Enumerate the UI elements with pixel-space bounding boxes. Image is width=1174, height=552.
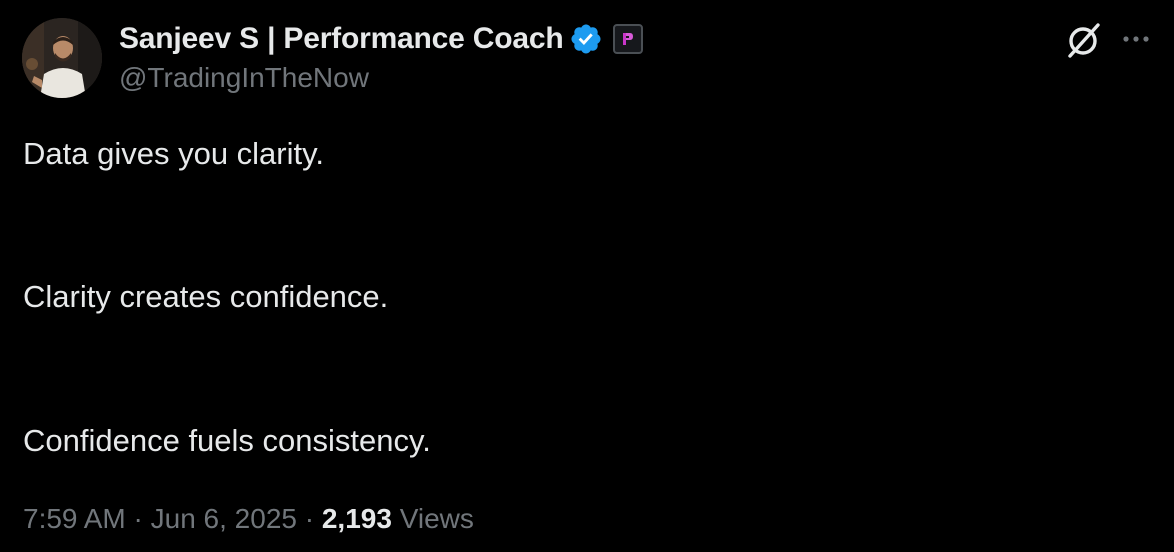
author-name-row: Sanjeev S | Performance Coach: [119, 20, 644, 58]
views-count: 2,193: [321, 503, 392, 534]
views-label: Views: [391, 503, 474, 534]
tweet-meta: 7:59 AM · Jun 6, 2025 · 2,193 Views: [23, 503, 474, 535]
tweet-text-line: Data gives you clarity.: [23, 136, 324, 171]
tweet-text-line: Confidence fuels consistency.: [23, 423, 431, 458]
meta-separator: ·: [296, 503, 322, 534]
more-icon[interactable]: [1118, 24, 1154, 54]
tweet: Sanjeev S | Performance Coach @TradingIn…: [0, 0, 1174, 552]
affiliate-logo-icon: [623, 33, 634, 45]
grok-icon[interactable]: [1064, 20, 1104, 60]
tweet-time[interactable]: 7:59 AM: [23, 503, 126, 534]
avatar-image: [22, 18, 102, 98]
tweet-text-line: Clarity creates confidence.: [23, 279, 389, 314]
verified-badge-icon[interactable]: [569, 22, 603, 56]
meta-separator: ·: [125, 503, 151, 534]
affiliate-badge-icon[interactable]: [613, 24, 644, 54]
tweet-date[interactable]: Jun 6, 2025: [151, 503, 297, 534]
author-display-name[interactable]: Sanjeev S | Performance Coach: [119, 22, 564, 56]
author-handle[interactable]: @TradingInTheNow: [119, 62, 369, 94]
avatar[interactable]: [22, 18, 102, 98]
